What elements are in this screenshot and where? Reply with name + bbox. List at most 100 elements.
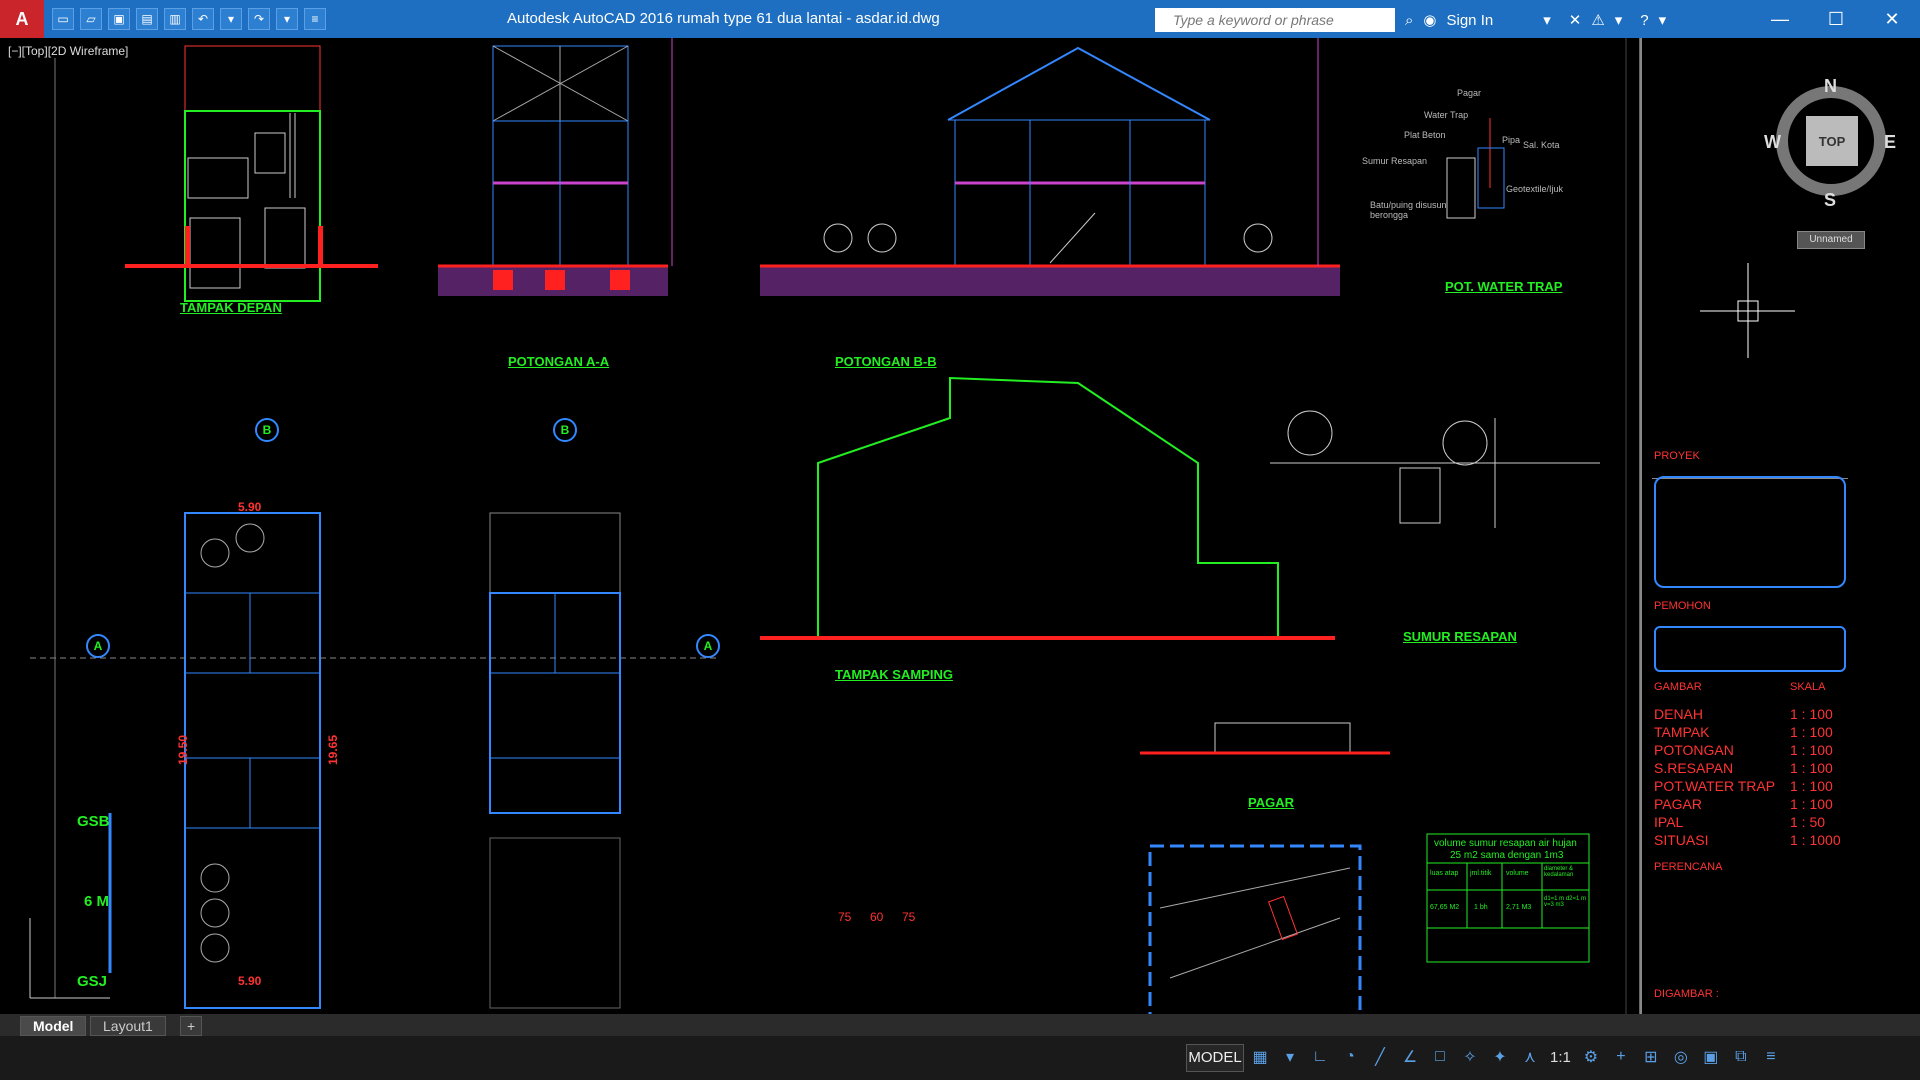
user-icon[interactable]: ◉ — [1423, 11, 1436, 29]
customize-qat-icon[interactable]: ≡ — [304, 8, 326, 30]
tab-model[interactable]: Model — [20, 1016, 87, 1036]
units-icon[interactable]: ⊞ — [1641, 1047, 1661, 1067]
wt-label-plat-beton: Plat Beton — [1404, 130, 1446, 140]
viewcube-west[interactable]: W — [1764, 132, 1781, 153]
isolate-objects-icon[interactable]: ▣ — [1701, 1047, 1721, 1067]
titleblock-row-name: DENAH — [1654, 706, 1704, 722]
window-controls: — ☐ ✕ — [1752, 0, 1920, 38]
save-as-icon[interactable]: ▤ — [136, 8, 158, 30]
dim-length-right: 19.65 — [326, 734, 341, 766]
help-dropdown-icon[interactable]: ▾ — [1659, 11, 1667, 29]
layout-tabs: Model Layout1 + — [0, 1014, 1920, 1036]
titleblock-gambar: GAMBAR — [1654, 681, 1702, 693]
customization-menu-icon[interactable]: ≡ — [1761, 1047, 1781, 1067]
titleblock-skala: SKALA — [1790, 681, 1826, 693]
section-aa — [438, 38, 673, 296]
titleblock-digambar: DIGAMBAR : — [1654, 988, 1719, 1000]
titleblock-row-scale: 1 : 100 — [1790, 778, 1833, 794]
wt-label-pagar: Pagar — [1457, 88, 1482, 98]
undo-icon[interactable]: ↶ — [192, 8, 214, 30]
redo-icon[interactable]: ↷ — [248, 8, 270, 30]
binoculars-icon[interactable]: ⌕ — [1405, 12, 1413, 29]
titleblock-row-name: S.RESAPAN — [1654, 760, 1734, 776]
maximize-button[interactable]: ☐ — [1808, 0, 1864, 38]
ortho-icon[interactable]: ∟ — [1310, 1047, 1330, 1067]
titleblock-row-name: SITUASI — [1654, 832, 1709, 848]
titlebar-right-tools: ⌕ ◉ Sign In ▾ ✕ ⚠ ▾ ? ▾ — [1405, 8, 1666, 32]
snap-icon[interactable]: ▾ — [1280, 1047, 1300, 1067]
plot-icon[interactable]: ▥ — [164, 8, 186, 30]
dim-bottom-1: 75 — [838, 910, 852, 924]
wcs-menu[interactable]: Unnamed — [1797, 231, 1865, 249]
viewcube-south[interactable]: S — [1824, 190, 1836, 211]
add-layout-button[interactable]: + — [180, 1016, 203, 1036]
object-snap-icon[interactable]: □ — [1430, 1047, 1450, 1067]
clean-screen-icon[interactable]: ⧉ — [1731, 1047, 1751, 1067]
application-menu-button[interactable]: A — [0, 0, 44, 38]
volume-subtitle: 25 m2 sama dengan 1m3 — [1450, 850, 1564, 861]
auto-scale-icon[interactable]: ✦ — [1490, 1047, 1510, 1067]
quick-properties-icon[interactable]: ◎ — [1671, 1047, 1691, 1067]
label-sumur-resapan: SUMUR RESAPAN — [1403, 629, 1517, 644]
dim-width-bottom: 5.90 — [238, 974, 262, 988]
annotation-scale-icon[interactable]: ⋏ — [1520, 1047, 1540, 1067]
volume-value-luas: 67,65 M2 — [1430, 904, 1460, 911]
grid-icon[interactable]: ▦ — [1250, 1047, 1270, 1067]
quick-access-toolbar: ▭ ▱ ▣ ▤ ▥ ↶ ▾ ↷ ▾ ≡ — [52, 8, 326, 30]
minimize-button[interactable]: — — [1752, 0, 1808, 38]
titleblock-row-name: PAGAR — [1654, 796, 1702, 812]
isodraft-icon[interactable]: ╱ — [1370, 1047, 1390, 1067]
grid-marker-a-1: A — [86, 634, 110, 658]
volume-value-diameter: d1=1 m d2=1 m v=3 m3 — [1544, 896, 1587, 908]
wt-label-geotextile: Geotextile/Ijuk — [1506, 184, 1564, 194]
save-icon[interactable]: ▣ — [108, 8, 130, 30]
close-button[interactable]: ✕ — [1864, 0, 1920, 38]
autodesk-a360-icon[interactable]: ⚠ — [1591, 11, 1604, 29]
titleblock-row-scale: 1 : 50 — [1790, 814, 1826, 830]
open-icon[interactable]: ▱ — [80, 8, 102, 30]
label-potongan-bb: POTONGAN B-B — [835, 354, 937, 369]
status-bar-tools: ▦ ▾ ∟ ◔ ╱ ∠ □ ✧ ✦ ⋏ 1:1 ⚙ + ⊞ ◎ ▣ ⧉ ≡ — [1250, 1044, 1781, 1070]
titleblock-proyek: PROYEK — [1654, 450, 1700, 462]
label-pagar: PAGAR — [1248, 795, 1294, 810]
annotation-monitor-icon[interactable]: + — [1611, 1047, 1631, 1067]
wt-label-sal-kota: Sal. Kota — [1523, 140, 1560, 150]
dim-bottom-2: 60 — [870, 910, 884, 924]
grid-marker-b-2: B — [553, 418, 577, 442]
label-6m: 6 M — [84, 893, 110, 910]
label-tampak-depan: TAMPAK DEPAN — [180, 300, 282, 315]
titleblock-row-scale: 1 : 1000 — [1790, 832, 1841, 848]
volume-header-luas: luas atap — [1430, 870, 1459, 877]
titleblock-row-scale: 1 : 100 — [1790, 724, 1833, 740]
sign-in-dropdown-icon[interactable]: ▾ — [1543, 11, 1551, 29]
titleblock-row-scale: 1 : 100 — [1790, 796, 1833, 812]
side-elevation — [760, 376, 1335, 640]
annotation-visibility-icon[interactable]: ✧ — [1460, 1047, 1480, 1067]
help-button[interactable]: ? — [1640, 12, 1648, 29]
titleblock-row-name: POTONGAN — [1654, 742, 1734, 758]
search-input[interactable]: Type a keyword or phrase — [1155, 8, 1395, 32]
polar-icon[interactable]: ◔ — [1340, 1047, 1360, 1067]
a360-dropdown-icon[interactable]: ▾ — [1615, 11, 1623, 29]
viewcube[interactable]: TOP N S E W — [1764, 76, 1898, 211]
viewcube-east[interactable]: E — [1884, 132, 1896, 153]
infiltration-well-detail — [1270, 410, 1600, 528]
ground-floor-plan — [30, 512, 720, 1009]
viewcube-north[interactable]: N — [1824, 76, 1837, 97]
dim-bottom-3: 75 — [902, 910, 916, 924]
volume-header-diameter: diameter & kedalaman — [1544, 866, 1574, 878]
sign-in-button[interactable]: Sign In — [1447, 12, 1494, 29]
tab-layout1[interactable]: Layout1 — [90, 1016, 166, 1036]
model-space-button[interactable]: MODEL — [1186, 1044, 1244, 1072]
front-elevation — [125, 45, 378, 302]
object-snap-tracking-icon[interactable]: ∠ — [1400, 1047, 1420, 1067]
undo-dropdown-icon[interactable]: ▾ — [220, 8, 242, 30]
workspace-gear-icon[interactable]: ⚙ — [1581, 1047, 1601, 1067]
exchange-apps-icon[interactable]: ✕ — [1569, 11, 1582, 29]
drawing-canvas[interactable]: [−][Top][2D Wireframe] TAMPAK DEPAN POTO… — [0, 38, 1920, 1014]
new-icon[interactable]: ▭ — [52, 8, 74, 30]
titleblock-row-scale: 1 : 100 — [1790, 706, 1833, 722]
viewcube-top-face[interactable]: TOP — [1806, 116, 1858, 166]
annotation-scale-value[interactable]: 1:1 — [1550, 1049, 1571, 1066]
redo-dropdown-icon[interactable]: ▾ — [276, 8, 298, 30]
